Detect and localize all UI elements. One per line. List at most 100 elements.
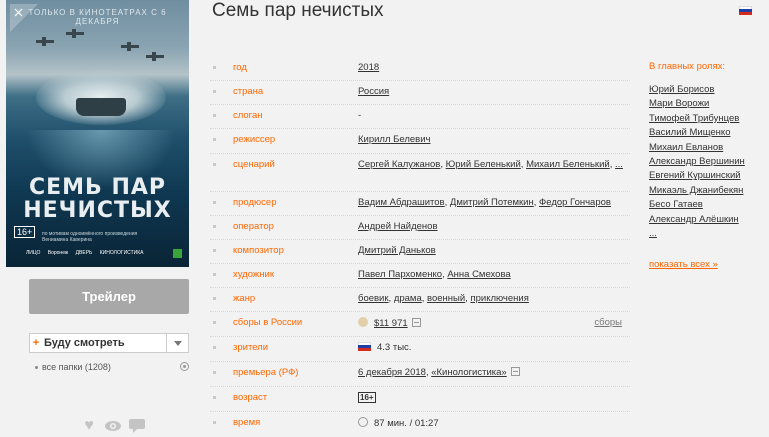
info-key: слоган (233, 110, 263, 121)
composer-link[interactable]: Дмитрий Даньков (358, 245, 436, 256)
info-key: оператор (233, 221, 274, 232)
distributor-link[interactable]: «Кинологистика» (431, 367, 507, 378)
artist-link[interactable]: Анна Смехова (447, 269, 510, 280)
bullet-icon (213, 163, 216, 166)
producer-link[interactable]: Федор Гончаров (539, 197, 611, 208)
director-link[interactable]: Кирилл Белевич (358, 134, 431, 145)
russia-flag-icon (358, 342, 371, 351)
producer-link[interactable]: Вадим Абдрашитов (358, 197, 445, 208)
actor-link[interactable]: Мари Ворожи (649, 98, 709, 109)
info-row-genre: жанр боевик, драма, военный, приключения (210, 288, 630, 312)
plane-shape (121, 42, 139, 51)
cast-list: Юрий Борисов Мари Ворожи Тимофей Трибунц… (649, 83, 764, 241)
more-link[interactable]: ... (615, 159, 623, 170)
writer-link[interactable]: Сергей Калужанов (358, 159, 440, 170)
action-icons: ♥ (80, 418, 146, 434)
more-actors-link[interactable]: ... (649, 228, 657, 239)
list-item: Александр Алёшкин (649, 213, 764, 227)
watchlist-dropdown[interactable]: + Буду смотреть (29, 333, 189, 353)
collapse-icon[interactable] (411, 318, 421, 327)
heart-icon[interactable]: ♥ (80, 418, 98, 434)
info-row-country: страна Россия (210, 81, 630, 105)
time-value: 87 мин. / 01:27 (374, 418, 439, 429)
poster-logos: ЛИЦО Воронеж ДВЕРЬ КИНОЛОГИСТИКА (26, 250, 150, 256)
collapse-icon[interactable] (510, 367, 520, 376)
poster-title-line2: НЕЧИСТЫХ (23, 198, 172, 223)
info-row-composer: композитор Дмитрий Даньков (210, 240, 630, 264)
actor-link[interactable]: Тимофей Трибунцев (649, 113, 739, 124)
poster-title: СЕМЬ ПАР НЕЧИСТЫХ (6, 176, 189, 222)
genre-link[interactable]: приключения (470, 293, 528, 304)
left-column: ТОЛЬКО В КИНОТЕАТРАХ С 6 ДЕКАБРЯ СЕМЬ ПА… (0, 0, 200, 437)
folders-label[interactable]: все папки (1208) (42, 362, 111, 372)
info-key: художник (233, 269, 274, 280)
actor-link[interactable]: Юрий Борисов (649, 84, 714, 95)
info-row-viewers: зрители 4.3 тыс. (210, 337, 630, 362)
list-item: Бесо Гатаев (649, 198, 764, 212)
bullet-icon (213, 421, 216, 424)
boxoffice-details-link[interactable]: сборы (594, 317, 622, 328)
info-row-operator: оператор Андрей Найденов (210, 216, 630, 240)
watchlist-label[interactable]: Буду смотреть (42, 337, 166, 349)
poster-logo: КИНОЛОГИСТИКА (99, 250, 144, 256)
info-key: год (233, 62, 247, 73)
bullet-icon (213, 346, 216, 349)
genre-link[interactable]: боевик (358, 293, 389, 304)
info-key: страна (233, 86, 264, 97)
info-row-age: возраст 16+ (210, 387, 630, 412)
country-link[interactable]: Россия (358, 86, 389, 97)
poster-title-line1: СЕМЬ ПАР (28, 175, 167, 200)
viewers-value: 4.3 тыс. (377, 342, 412, 353)
comment-icon[interactable] (128, 418, 146, 434)
russia-flag-icon (739, 6, 752, 15)
genre-link[interactable]: военный (427, 293, 465, 304)
bullet-icon (213, 225, 216, 228)
show-all-cast-link[interactable]: показать всех » (649, 259, 764, 270)
plus-icon: + (32, 337, 40, 349)
actor-link[interactable]: Евгений Куршинский (649, 170, 741, 181)
writer-link[interactable]: Юрий Беленький (446, 159, 521, 170)
info-key: сборы в России (233, 317, 303, 328)
actor-link[interactable]: Михаил Евланов (649, 142, 723, 153)
cast-block: В главных ролях: Юрий Борисов Мари Ворож… (649, 61, 764, 270)
list-item: Василий Мищенко (649, 126, 764, 140)
info-key: зрители (233, 342, 269, 353)
gear-icon[interactable] (180, 362, 189, 371)
premiere-date-link[interactable]: 6 декабря 2018 (358, 367, 426, 378)
boxoffice-link[interactable]: $11 971 (374, 318, 408, 329)
list-item: Мари Ворожи (649, 97, 764, 111)
info-row-time: время 87 мин. / 01:27 (210, 412, 630, 437)
info-row-boxoffice: сборы в России $11 971 сборы (210, 312, 630, 337)
info-key: сценарий (233, 159, 275, 170)
bullet-icon (213, 321, 216, 324)
actor-link[interactable]: Александр Вершинин (649, 156, 745, 167)
info-key: возраст (233, 392, 268, 403)
actor-link[interactable]: Микаэль Джанибекян (649, 185, 743, 196)
writer-link[interactable]: Михаил Беленький (526, 159, 610, 170)
bullet-icon (213, 249, 216, 252)
movie-poster[interactable]: ТОЛЬКО В КИНОТЕАТРАХ С 6 ДЕКАБРЯ СЕМЬ ПА… (6, 0, 189, 267)
info-key: композитор (233, 245, 284, 256)
bullet-icon (213, 273, 216, 276)
bullet-icon (35, 366, 38, 370)
operator-link[interactable]: Андрей Найденов (358, 221, 438, 232)
actor-link[interactable]: Василий Мищенко (649, 127, 730, 138)
plane-shape (146, 52, 164, 61)
trailer-button[interactable]: Трейлер (29, 279, 189, 314)
actor-link[interactable]: Александр Алёшкин (649, 214, 739, 225)
bullet-icon (213, 114, 216, 117)
folders-link[interactable]: все папки (1208) (29, 362, 189, 372)
year-link[interactable]: 2018 (358, 62, 379, 73)
poster-green-logo (173, 249, 182, 258)
genre-link[interactable]: драма (394, 293, 422, 304)
poster-credits: по мотивам одноимённого произведения Вен… (42, 231, 138, 243)
list-item: Микаэль Джанибекян (649, 184, 764, 198)
actor-link[interactable]: Бесо Гатаев (649, 199, 703, 210)
chevron-down-icon[interactable] (166, 334, 188, 352)
artist-link[interactable]: Павел Пархоменко (358, 269, 442, 280)
poster-tagline: ТОЛЬКО В КИНОТЕАТРАХ С 6 ДЕКАБРЯ (28, 8, 167, 26)
producer-link[interactable]: Дмитрий Потемкин (450, 197, 534, 208)
info-row-producer: продюсер Вадим Абдрашитов, Дмитрий Потем… (210, 192, 630, 216)
list-item: Тимофей Трибунцев (649, 112, 764, 126)
eye-icon[interactable] (104, 418, 122, 434)
